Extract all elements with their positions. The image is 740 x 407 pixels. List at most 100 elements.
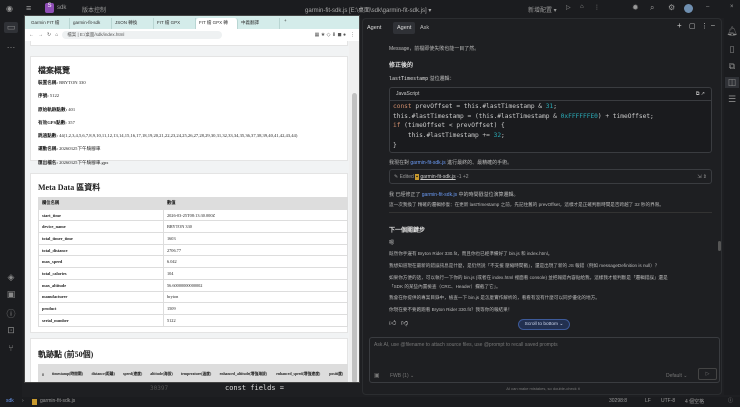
- project-selector[interactable]: sdk: [57, 5, 66, 11]
- copy-icon[interactable]: ⧉ ↗: [696, 91, 705, 97]
- field-value: 5122: [163, 313, 348, 327]
- plugin-icon[interactable]: ◈: [4, 272, 18, 283]
- browser-tab[interactable]: 中義翻譯: [238, 18, 280, 29]
- summary-value: BRYTON 330: [59, 80, 86, 85]
- browser-tab-active[interactable]: FIT 檔 GPX 轉: [196, 18, 238, 29]
- scroll-to-bottom-button[interactable]: Scroll to bottom ⌄: [518, 319, 570, 330]
- table-row: total_distance 2706.77: [38, 243, 348, 257]
- disclaimer: AI can make mistakes, so double-check it: [506, 386, 580, 391]
- forward-icon[interactable]: →: [38, 32, 43, 38]
- reload-icon[interactable]: ↻: [47, 32, 51, 38]
- field-value: 56.60000000000002: [163, 278, 348, 292]
- thumbs-up-icon[interactable]: 👍︎: [389, 318, 396, 327]
- column-header: #: [38, 364, 49, 382]
- tab-agent[interactable]: Agent: [393, 22, 416, 34]
- breadcrumb-project[interactable]: sdk: [6, 398, 14, 404]
- new-tab-button[interactable]: +: [280, 16, 291, 29]
- table-row: total_timer_time 1603: [38, 232, 348, 245]
- edited-file-link[interactable]: garmin-fit-sdk.js: [420, 174, 455, 180]
- message-text: 溢位邏輯：: [428, 76, 455, 82]
- page-scrollbar[interactable]: [349, 41, 359, 382]
- url-input[interactable]: 檔案 | E:/桌面/sdk/index.html: [62, 31, 223, 39]
- browser-tab[interactable]: Garmin FIT 檔: [28, 18, 70, 29]
- field-name: max_speed: [38, 255, 164, 269]
- browser-menu-icon[interactable]: ⋮: [350, 32, 355, 38]
- status-bar: sdk › garmin-fit-sdk.js 30298:8 LF UTF-8…: [0, 397, 740, 407]
- structure-icon[interactable]: ☰: [725, 94, 739, 105]
- new-chat-icon[interactable]: +: [677, 21, 682, 30]
- column-header: timestamp(時間戳): [47, 364, 89, 382]
- minimize-icon[interactable]: –: [706, 4, 709, 10]
- cursor-position[interactable]: 30298:8: [609, 398, 627, 404]
- chat-input[interactable]: Ask AI, use @filename to attach source f…: [369, 337, 720, 383]
- browser-tab[interactable]: JSON 轉換: [112, 18, 154, 29]
- scrollbar-thumb[interactable]: [352, 93, 357, 382]
- more-icon[interactable]: ⋮: [594, 4, 600, 11]
- back-icon[interactable]: ←: [29, 32, 34, 38]
- line-ending[interactable]: LF: [645, 398, 651, 404]
- history-icon[interactable]: ▢: [689, 22, 696, 30]
- breadcrumb-file[interactable]: garmin-fit-sdk.js: [40, 398, 75, 404]
- editor-code-line: const fields =: [225, 384, 285, 392]
- folder-icon[interactable]: ▭: [4, 22, 18, 33]
- track-card: 軌跡點 (前50個) # timestamp(時間戳) distance(距離) sp…: [30, 338, 348, 382]
- thumbs-down-icon[interactable]: 👎︎: [401, 318, 408, 327]
- power-save-icon[interactable]: ⓘ: [728, 397, 733, 404]
- browser-tab[interactable]: garmin-fit-sdk: [70, 18, 112, 29]
- diff-stats: -1 +2: [457, 174, 469, 180]
- column-header: temperature(溫度): [176, 364, 217, 382]
- run-config-selector[interactable]: 新增配置 ▾: [528, 5, 557, 14]
- more-tools-icon[interactable]: …: [4, 40, 18, 50]
- terminal-icon[interactable]: ⊡: [4, 325, 18, 336]
- user-avatar[interactable]: [684, 4, 693, 13]
- gear-icon[interactable]: ⚙: [668, 3, 675, 12]
- attach-image-icon[interactable]: ▣: [374, 372, 380, 379]
- context-selector[interactable]: FWB (1) ⌄: [390, 373, 414, 379]
- table-row: manufacturer bryton: [38, 290, 348, 304]
- services-icon[interactable]: ▣: [4, 289, 18, 300]
- notifications-icon[interactable]: 🔔︎: [725, 26, 739, 37]
- problems-icon[interactable]: ⓘ: [4, 307, 18, 320]
- edited-file-card[interactable]: ✎ Edited ▪ garmin-fit-sdk.js -1 +2 ⇲ ⇕: [389, 169, 712, 184]
- ai-agent-panel: Agent Agent Ask + ▢ ⋮ – Message，前檔即使失敗也能…: [362, 18, 722, 395]
- project-avatar: S: [45, 3, 54, 13]
- hide-panel-icon[interactable]: –: [711, 22, 715, 29]
- message-text: 如果你方便的話，可以執行一下你的 bin.js (或者在 index.html …: [389, 275, 668, 280]
- activity-bar: ▭ … ◈ ▣ ⓘ ⊡ ⑂: [0, 18, 22, 398]
- table-row: start_time 2026-03-25T08:13:30.000Z: [38, 208, 348, 222]
- field-name: product: [38, 302, 164, 315]
- file-link[interactable]: garmin-fit-sdk.js: [422, 192, 457, 198]
- tab-ask[interactable]: Ask: [420, 25, 429, 31]
- field-name: total_timer_time: [38, 232, 164, 245]
- expand-icon[interactable]: ⇲ ⇕: [697, 174, 707, 180]
- close-window-icon[interactable]: ×: [730, 4, 734, 10]
- home-icon[interactable]: ⌂: [55, 32, 58, 38]
- ai-chat-icon[interactable]: ◫: [725, 77, 739, 88]
- run-icon[interactable]: ▷: [566, 4, 571, 11]
- field-name: total_calories: [38, 267, 164, 280]
- encoding[interactable]: UTF-8: [661, 398, 675, 404]
- options-icon[interactable]: ⋮: [701, 22, 708, 30]
- code-block: JavaScript ⧉ ↗ const prevOffset = this.#l…: [389, 87, 712, 153]
- field-value: 6.042: [163, 255, 348, 269]
- indent[interactable]: 4 個空格: [685, 398, 704, 405]
- git-icon[interactable]: ⑂: [4, 343, 18, 353]
- file-link[interactable]: garmin-fit-sdk.js: [410, 160, 445, 166]
- browser-tab[interactable]: FIT 檔 GPX: [154, 18, 196, 29]
- vcs-menu[interactable]: 版本控制: [82, 5, 106, 14]
- debug-icon[interactable]: ⌂: [580, 4, 584, 10]
- extensions-icon[interactable]: ▦ ★ ◇ ⬇ ◼ ●: [315, 32, 346, 38]
- code-line: const prevOffset = this.#lastTimestamp &…: [393, 103, 557, 110]
- send-button[interactable]: ▷: [698, 368, 717, 380]
- document-icon[interactable]: ▯: [725, 44, 739, 55]
- bug-icon[interactable]: ✹: [632, 3, 639, 12]
- model-selector[interactable]: Default ⌄: [666, 373, 687, 379]
- message-text: 我 已經修正了: [389, 192, 422, 198]
- search-icon[interactable]: ⌕: [650, 3, 654, 13]
- editor-line-number: 30397: [150, 385, 169, 392]
- chat-scrollbar[interactable]: [718, 31, 721, 331]
- field-name: total_distance: [38, 243, 164, 257]
- js-file-icon: [32, 399, 37, 405]
- copy-doc-icon[interactable]: ⧉: [725, 61, 739, 72]
- main-menu-icon[interactable]: ≡: [26, 3, 31, 13]
